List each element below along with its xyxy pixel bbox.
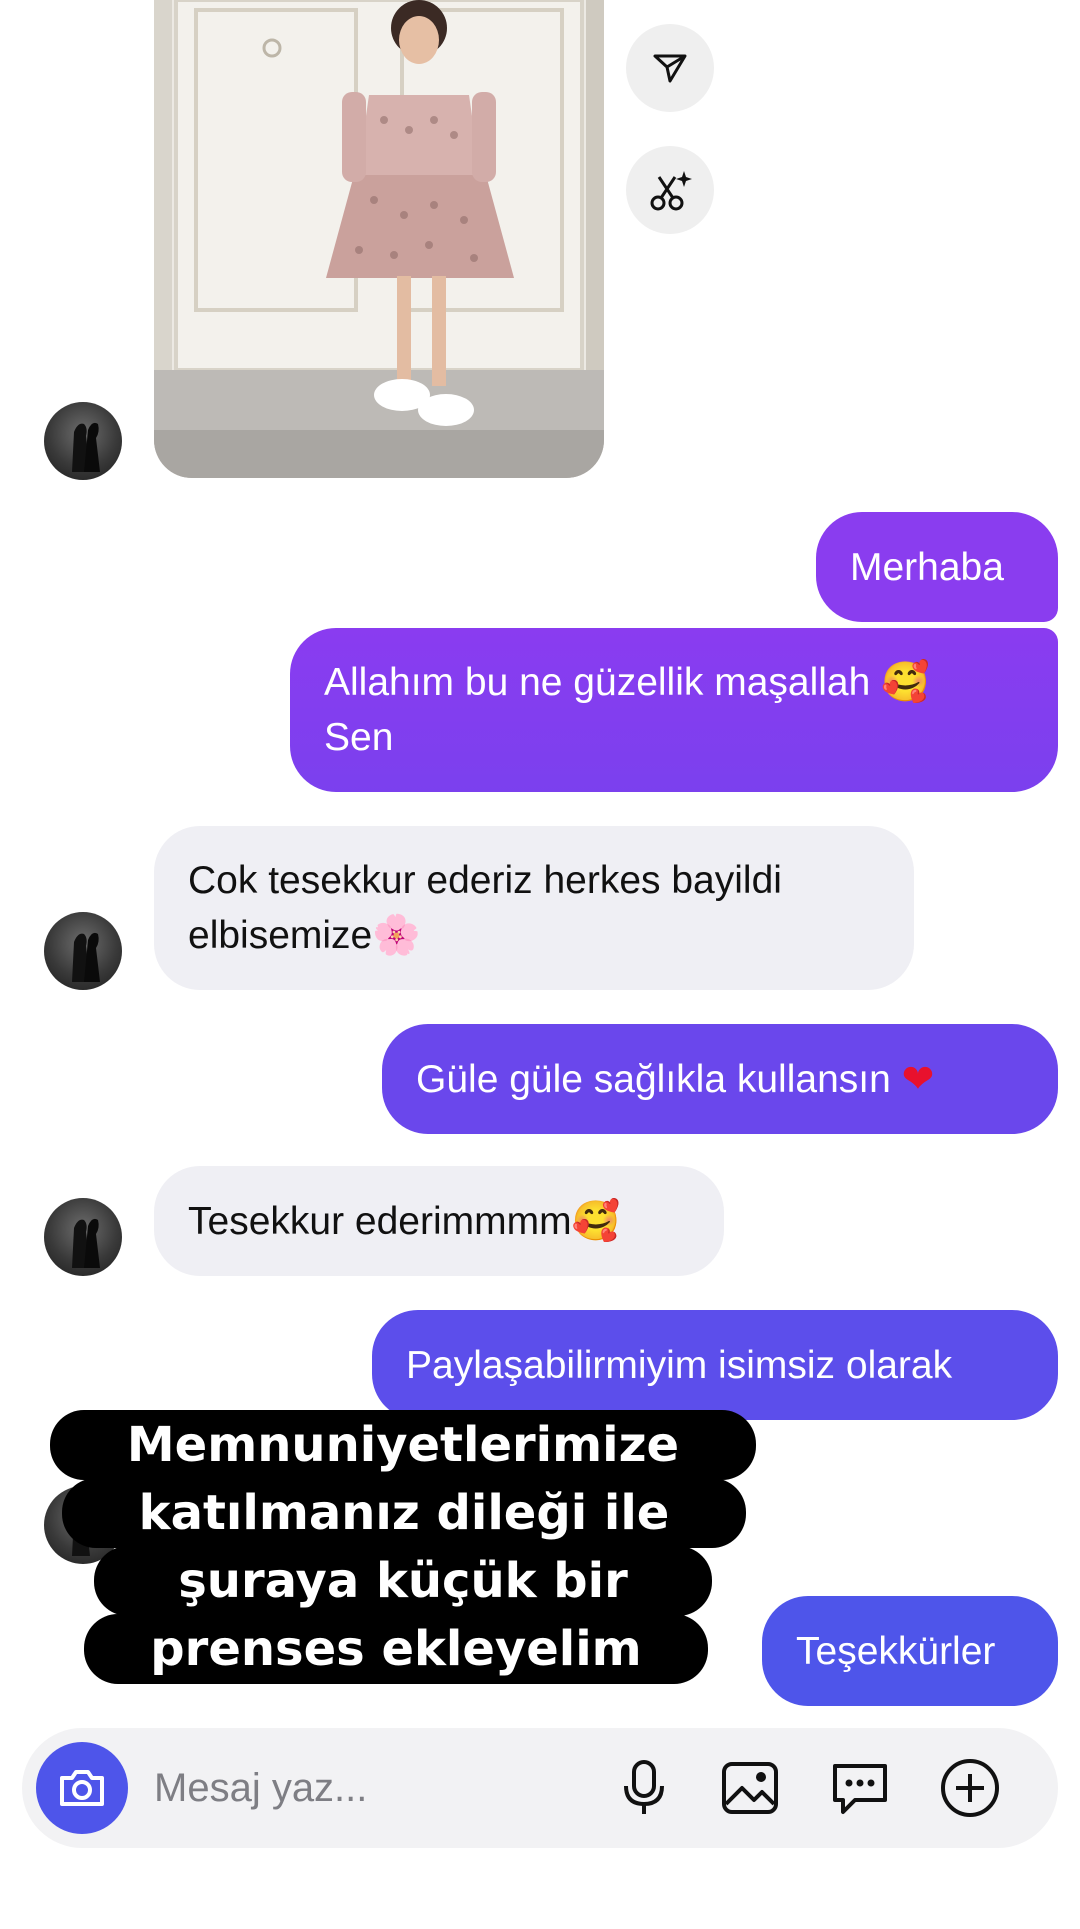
avatar-image (72, 422, 100, 472)
gallery-icon (722, 1762, 778, 1814)
microphone-icon (624, 1760, 664, 1814)
message-bubble-outgoing[interactable]: Allahım bu ne güzellik maşallah 🥰 Sen (290, 628, 1058, 792)
gallery-button[interactable] (718, 1756, 782, 1820)
message-composer: Mesaj yaz... (22, 1728, 1058, 1848)
avatar-image (72, 1218, 100, 1268)
message-input[interactable]: Mesaj yaz... (154, 1728, 367, 1848)
message-text: Cok tesekkur ederiz herkes bayildi (188, 859, 782, 902)
shared-photo[interactable] (154, 0, 604, 478)
scissors-sparkle-icon (650, 171, 692, 211)
microphone-button[interactable] (612, 1756, 676, 1820)
contact-avatar[interactable] (44, 402, 122, 480)
smiling-hearts-emoji: 🥰 (881, 660, 930, 705)
message-text: Güle güle sağlıkla kullansın (416, 1057, 891, 1101)
red-heart-emoji: ❤ (901, 1056, 935, 1102)
blossom-emoji: 🌸 (372, 913, 421, 958)
message-bubble-outgoing[interactable]: Teşekkürler (762, 1596, 1058, 1706)
smiling-hearts-emoji: 🥰 (571, 1198, 621, 1244)
message-line: elbisemize🌸 (188, 908, 421, 963)
avatar-image (72, 932, 100, 982)
send-icon (653, 54, 687, 83)
share-button[interactable] (626, 24, 714, 112)
add-button[interactable] (938, 1756, 1002, 1820)
message-text: Allahım bu ne güzellik maşallah (324, 661, 871, 704)
message-bubble-outgoing[interactable]: Güle güle sağlıkla kullansın ❤ (382, 1024, 1058, 1134)
chat-button[interactable] (828, 1756, 892, 1820)
message-text: elbisemize (188, 914, 373, 957)
camera-icon (60, 1770, 104, 1806)
contact-avatar[interactable] (44, 1198, 122, 1276)
message-bubble-outgoing[interactable]: Merhaba (816, 512, 1058, 622)
camera-button[interactable] (36, 1742, 128, 1834)
message-bubble-incoming[interactable]: Tesekkur ederimmmm 🥰 (154, 1166, 724, 1276)
message-text: Teşekkürler (796, 1629, 996, 1673)
overlay-caption-line: katılmanız dileği ile (62, 1478, 746, 1548)
message-bubble-incoming[interactable]: Cok tesekkur ederiz herkes bayildi elbis… (154, 826, 914, 990)
photo-image (154, 0, 604, 478)
message-bubble-outgoing[interactable]: Paylaşabilirmiyim isimsiz olarak (372, 1310, 1058, 1420)
message-text: Tesekkur ederimmmm (188, 1199, 572, 1243)
message-line: Allahım bu ne güzellik maşallah 🥰 (324, 655, 930, 710)
message-text: Sen (324, 716, 394, 759)
remix-button[interactable] (626, 146, 714, 234)
chat-bubble-icon (833, 1764, 887, 1814)
message-text: Paylaşabilirmiyim isimsiz olarak (406, 1343, 953, 1387)
overlay-caption-line: şuraya küçük bir (94, 1546, 712, 1616)
message-text: Merhaba (850, 545, 1004, 589)
contact-avatar[interactable] (44, 912, 122, 990)
add-icon (941, 1759, 999, 1817)
overlay-caption-line: Memnuniyetlerimize (50, 1410, 756, 1480)
overlay-caption-line: prenses ekleyelim (84, 1614, 708, 1684)
